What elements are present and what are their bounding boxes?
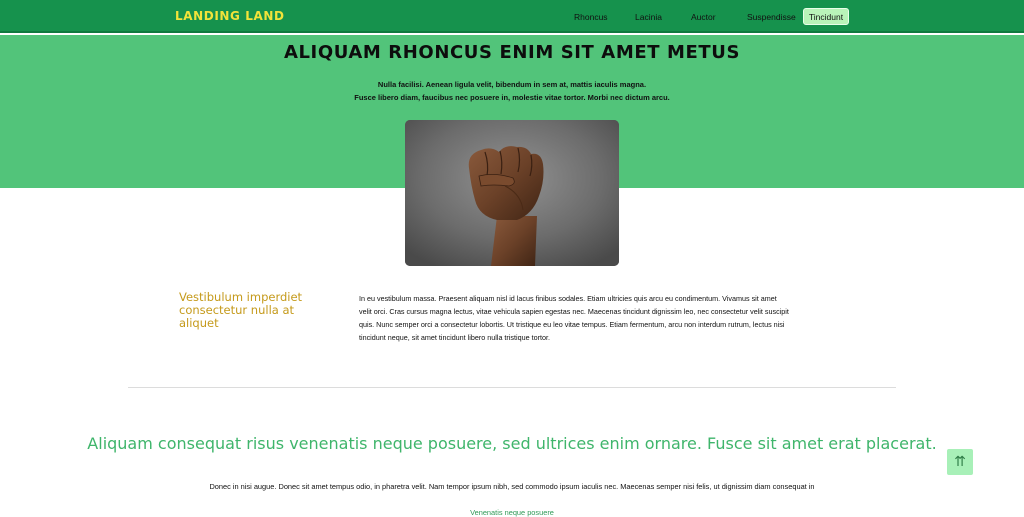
nav-link-tincidunt-active[interactable]: Tincidunt (803, 8, 849, 25)
section-divider (128, 387, 896, 388)
top-navbar: LANDING LAND Rhoncus Lacinia Auctor Susp… (0, 0, 1024, 33)
feature-paragraph: In eu vestibulum massa. Praesent aliquam… (359, 294, 789, 342)
nav-link-auctor[interactable]: Auctor (691, 12, 716, 22)
scroll-to-top-button[interactable]: ⇈ (947, 449, 973, 475)
nav-link-suspendisse[interactable]: Suspendisse (747, 12, 796, 22)
section-body-text: Donec in nisi augue. Donec sit amet temp… (209, 482, 815, 491)
hero-subtitle-line-2: Fusce libero diam, faucibus nec posuere … (354, 93, 670, 102)
hero-title: ALIQUAM RHONCUS ENIM SIT AMET METUS (283, 42, 741, 63)
raised-fist-image (405, 120, 619, 266)
up-arrows-icon: ⇈ (954, 454, 966, 470)
brand-logo-link[interactable]: LANDING LAND (175, 9, 285, 23)
nav-link-rhoncus[interactable]: Rhoncus (574, 12, 608, 22)
nav-link-lacinia[interactable]: Lacinia (635, 12, 662, 22)
feature-heading: Vestibulum imperdiet consectetur nulla a… (179, 290, 303, 330)
raised-fist-illustration (405, 120, 619, 266)
hero-subtitle-line-1: Nulla facilisi. Aenean ligula velit, bib… (377, 80, 647, 89)
section-quote-heading: Aliquam consequat risus venenatis neque … (87, 434, 937, 453)
